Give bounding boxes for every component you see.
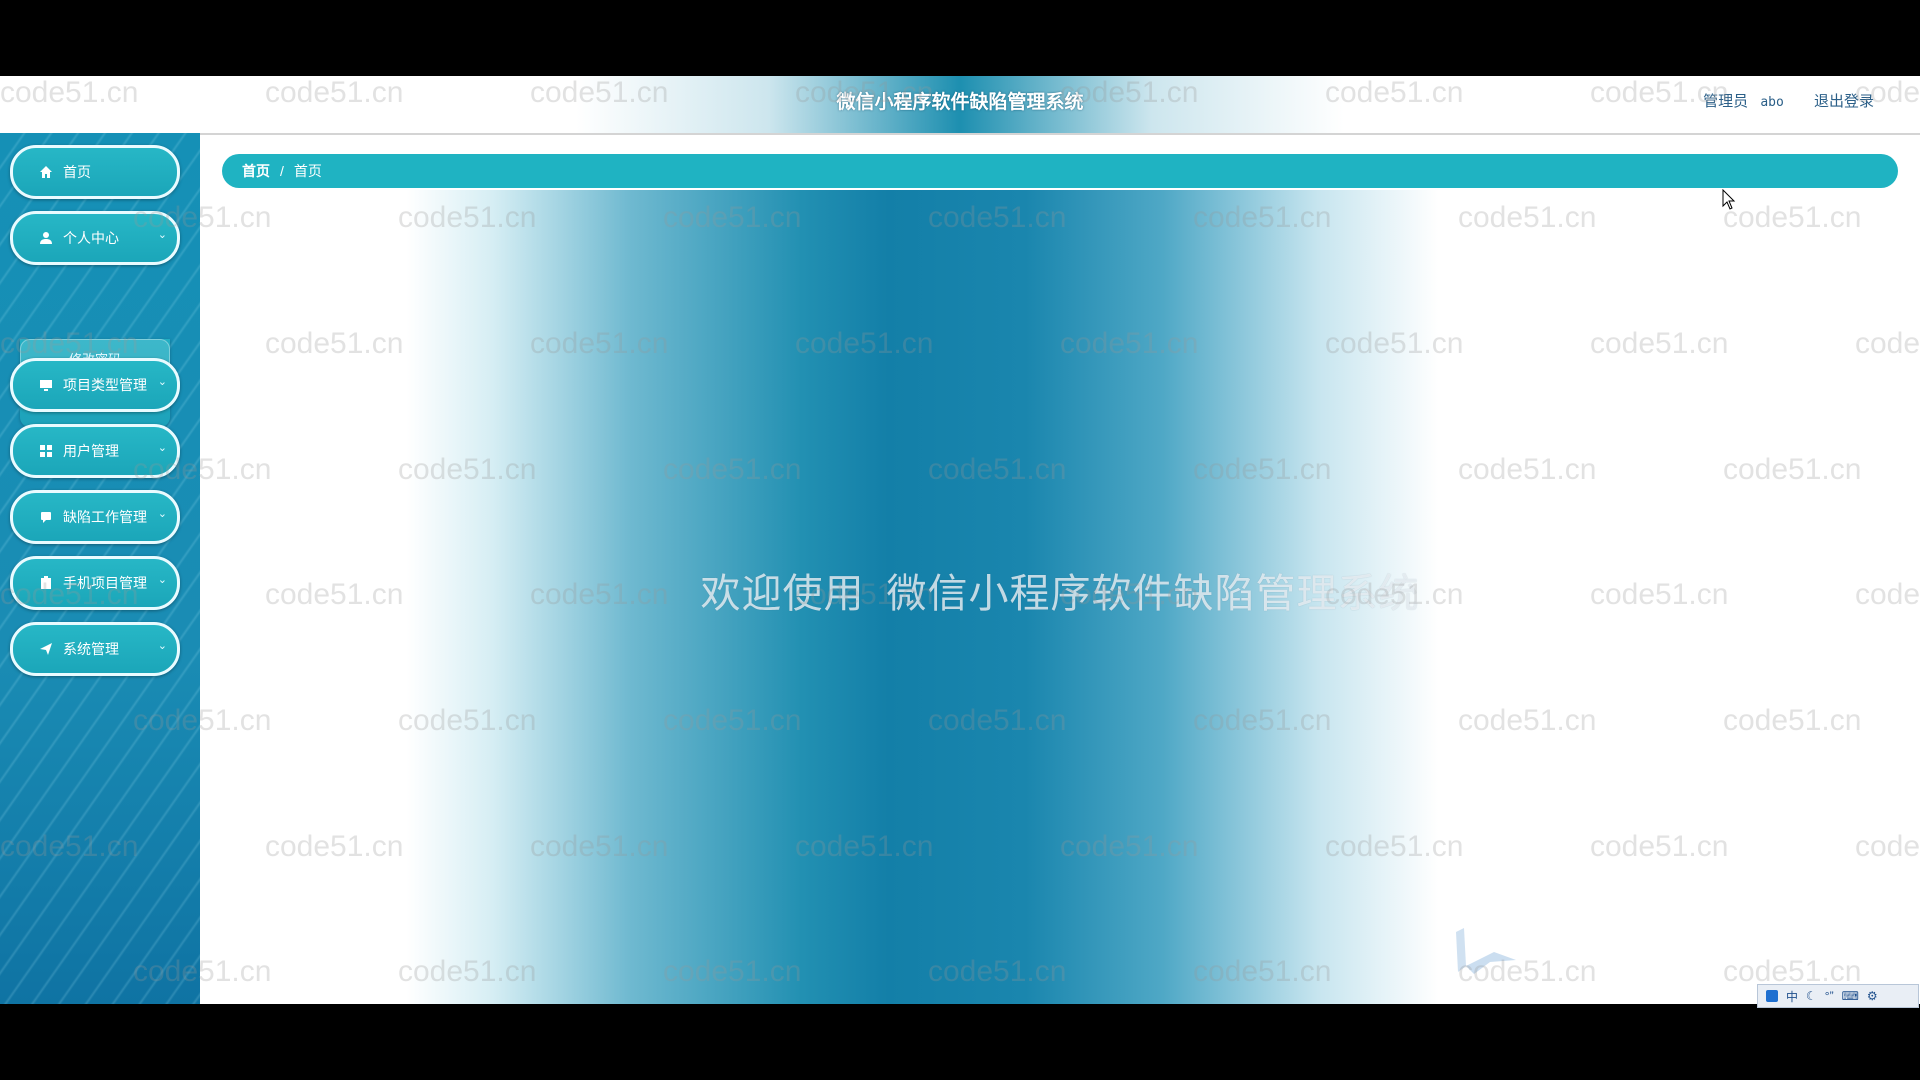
- home-icon: [39, 165, 53, 179]
- clipboard-icon: [39, 576, 53, 590]
- chevron-down-icon: ⌄: [157, 508, 167, 520]
- sidebar-item-system[interactable]: 系统管理 ⌄: [10, 622, 180, 676]
- sidebar-item-label: 系统管理: [63, 641, 119, 657]
- chevron-down-icon: ⌄: [157, 442, 167, 454]
- chevron-down-icon: ⌄: [157, 376, 167, 388]
- app-window: 微信小程序软件缺陷管理系统 管理员 abo 退出登录 首页 个人中心 ⌄ 修改密…: [0, 76, 1920, 1004]
- sidebar-item-mobile-project[interactable]: 手机项目管理 ⌄: [10, 556, 180, 610]
- app-title: 微信小程序软件缺陷管理系统: [836, 91, 1084, 113]
- decorative-bird-graphic: [1454, 922, 1524, 986]
- moon-icon: ☾: [1806, 989, 1817, 1003]
- chat-icon: [39, 510, 53, 524]
- sidebar-item-project-type[interactable]: 项目类型管理 ⌄: [10, 358, 180, 412]
- role-label: 管理员: [1703, 93, 1749, 110]
- user-icon: [39, 231, 53, 245]
- welcome-prefix: 欢迎使用: [700, 571, 865, 617]
- ime-mode-label[interactable]: 中: [1786, 988, 1798, 1005]
- mouse-cursor-icon: [1722, 188, 1736, 211]
- sidebar-item-label: 个人中心: [63, 230, 119, 246]
- logout-link[interactable]: 退出登录: [1814, 93, 1874, 110]
- sidebar-item-label: 手机项目管理: [63, 575, 147, 591]
- send-icon: [39, 642, 53, 656]
- ime-logo-icon: [1766, 990, 1778, 1002]
- grid-icon: [39, 444, 53, 458]
- sidebar-item-label: 缺陷工作管理: [63, 509, 147, 525]
- keyboard-icon: ⌨: [1841, 989, 1859, 1003]
- sidebar-item-defect-work[interactable]: 缺陷工作管理 ⌄: [10, 490, 180, 544]
- punctuation-icon: °”: [1824, 989, 1834, 1003]
- breadcrumb-separator: /: [280, 163, 284, 179]
- username-label: abo: [1760, 95, 1784, 110]
- breadcrumb: 首页 / 首页: [222, 154, 1898, 188]
- sidebar-item-home[interactable]: 首页: [10, 145, 180, 199]
- chevron-down-icon: ⌄: [157, 574, 167, 586]
- sidebar: 首页 个人中心 ⌄ 修改密码 个人信息 项目类型管理 ⌄: [0, 133, 200, 1004]
- breadcrumb-current: 首页: [293, 163, 322, 179]
- welcome-message: 欢迎使用 微信小程序软件缺陷管理系统: [200, 561, 1920, 619]
- sidebar-item-label: 项目类型管理: [63, 377, 147, 393]
- sidebar-item-user-management[interactable]: 用户管理 ⌄: [10, 424, 180, 478]
- ime-status-tray[interactable]: 中 ☾ °” ⌨ ⚙: [1757, 984, 1919, 1008]
- settings-icon: ⚙: [1866, 989, 1878, 1003]
- sidebar-item-personal-center[interactable]: 个人中心 ⌄: [10, 211, 180, 265]
- sidebar-item-label: 用户管理: [63, 443, 119, 459]
- chevron-down-icon: ⌄: [157, 640, 167, 652]
- breadcrumb-home[interactable]: 首页: [242, 161, 270, 181]
- monitor-icon: [39, 378, 53, 392]
- top-header: 微信小程序软件缺陷管理系统 管理员 abo 退出登录: [0, 76, 1920, 135]
- chevron-down-icon: ⌄: [157, 229, 167, 241]
- header-user-area: 管理员 abo 退出登录: [1703, 76, 1874, 129]
- welcome-system-name: 微信小程序软件缺陷管理系统: [886, 571, 1420, 617]
- sidebar-item-label: 首页: [63, 164, 91, 180]
